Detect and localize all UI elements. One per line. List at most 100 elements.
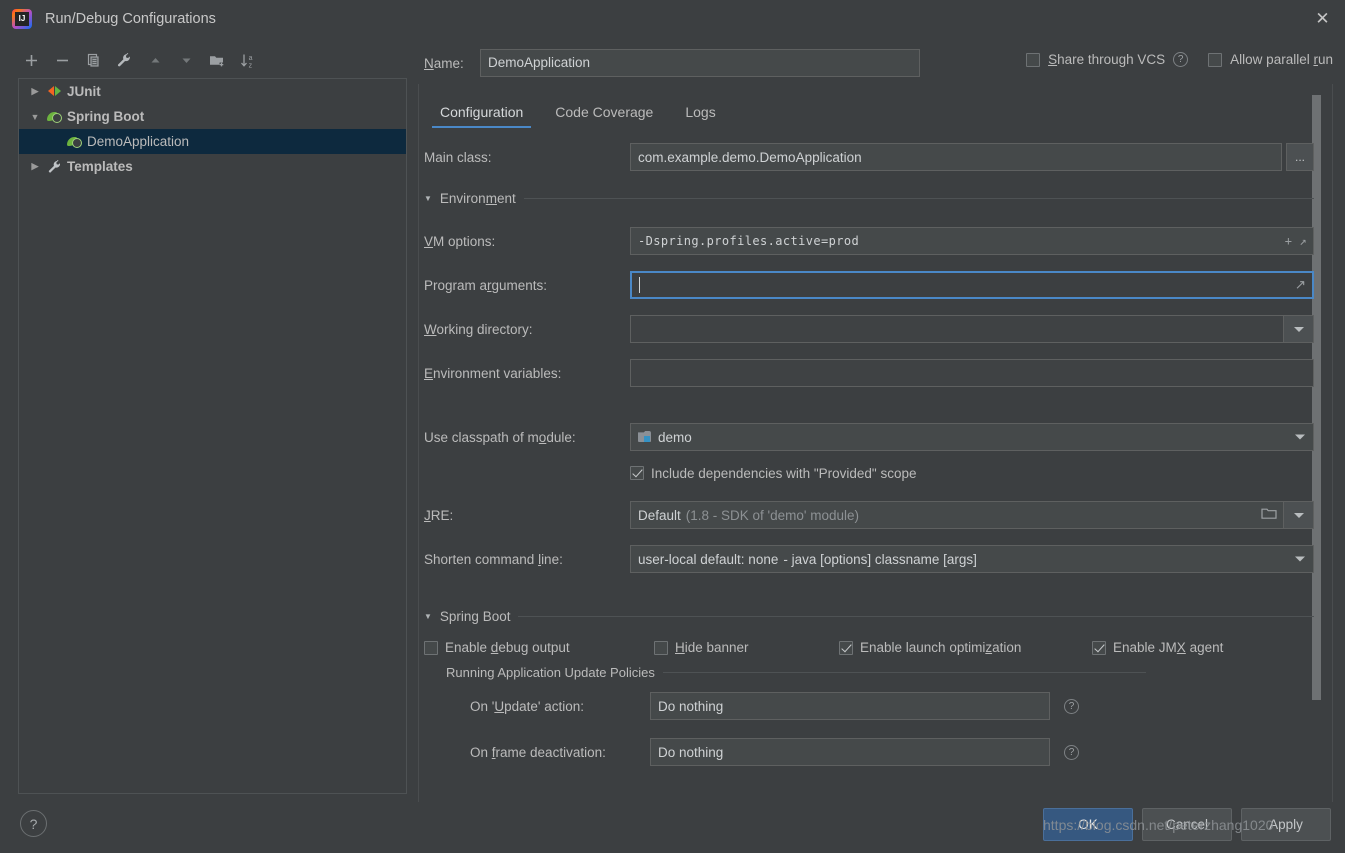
- on-frame-deactivation-label: On frame deactivation:: [470, 744, 606, 760]
- create-folder-button[interactable]: [204, 47, 231, 74]
- update-policies-label: Running Application Update Policies: [446, 665, 655, 680]
- section-divider: [523, 197, 1314, 199]
- allow-parallel-run-checkbox[interactable]: [1208, 52, 1223, 67]
- share-vcs-checkbox[interactable]: [1026, 52, 1041, 67]
- folder-icon[interactable]: [1261, 507, 1277, 523]
- remove-configuration-button[interactable]: [49, 47, 76, 74]
- jre-value: Default: [638, 507, 681, 523]
- tree-item-demoapplication[interactable]: ▶ ▶ DemoApplication: [19, 129, 406, 154]
- spring-boot-section-header[interactable]: ▼ Spring Boot: [424, 602, 1314, 630]
- chevron-down-icon[interactable]: ▼: [424, 612, 432, 621]
- pane-divider: [418, 84, 419, 802]
- enable-jmx-agent-checkbox[interactable]: [1092, 640, 1106, 655]
- enable-jmx-agent-group[interactable]: Enable JMX agent: [1092, 640, 1223, 655]
- spring-boot-icon: [45, 110, 64, 124]
- section-divider: [662, 672, 1146, 673]
- on-update-action-combobox[interactable]: Do nothing: [650, 692, 1050, 720]
- enable-debug-output-checkbox[interactable]: [424, 640, 438, 655]
- expander-collapsed-icon[interactable]: ▶: [25, 161, 45, 172]
- svg-text:a: a: [249, 55, 253, 62]
- watermark: https://blog.csdn.net/peterzhang1020: [1043, 817, 1274, 833]
- hide-banner-label: Hide banner: [675, 640, 749, 655]
- enable-jmx-agent-label: Enable JMX agent: [1113, 640, 1224, 655]
- title-bar: Run/Debug Configurations ✕: [0, 0, 1345, 37]
- configurations-tree[interactable]: ▶ JUnit ▼ Spring Boot ▶ ▶ DemoApplicatio…: [18, 78, 407, 794]
- include-provided-checkbox-group[interactable]: Include dependencies with "Provided" sco…: [630, 466, 917, 481]
- environment-section-header[interactable]: ▼ Environment: [424, 184, 1314, 212]
- chevron-down-icon: [1295, 434, 1305, 440]
- environment-variables-input[interactable]: [630, 359, 1314, 387]
- vm-options-label: VM options:: [424, 233, 496, 249]
- expand-icon[interactable]: ↗: [1299, 234, 1307, 248]
- jre-icons: [1261, 502, 1277, 528]
- vm-options-input[interactable]: -Dspring.profiles.active=prod + ↗: [630, 227, 1314, 255]
- expander-expanded-icon[interactable]: ▼: [25, 112, 45, 122]
- tree-item-spring-boot[interactable]: ▼ Spring Boot: [19, 104, 406, 129]
- jre-input[interactable]: Default (1.8 - SDK of 'demo' module): [630, 501, 1284, 529]
- shorten-command-line-combobox[interactable]: user-local default: none - java [options…: [630, 545, 1314, 573]
- environment-variables-label: Environment variables:: [424, 365, 562, 381]
- on-frame-deactivation-help-icon[interactable]: ?: [1064, 744, 1079, 760]
- expander-collapsed-icon[interactable]: ▶: [25, 86, 45, 97]
- include-provided-label: Include dependencies with "Provided" sco…: [651, 465, 917, 481]
- move-down-button[interactable]: [173, 47, 200, 74]
- copy-configuration-button[interactable]: [80, 47, 107, 74]
- plus-icon[interactable]: +: [1285, 234, 1293, 248]
- move-up-button[interactable]: [142, 47, 169, 74]
- hide-banner-group[interactable]: Hide banner: [654, 640, 839, 655]
- vm-options-value: -Dspring.profiles.active=prod: [638, 234, 860, 248]
- on-update-action-row: On 'Update' action: Do nothing ?: [470, 688, 1314, 724]
- tab-configuration[interactable]: Configuration: [424, 96, 539, 128]
- program-arguments-label: Program arguments:: [424, 277, 548, 293]
- main-class-row: Main class: com.example.demo.DemoApplica…: [424, 140, 1314, 174]
- include-provided-checkbox[interactable]: [630, 466, 644, 480]
- tab-logs[interactable]: Logs: [669, 96, 731, 128]
- classpath-module-value: demo: [658, 429, 692, 445]
- vm-options-icons: + ↗: [1285, 228, 1307, 254]
- environment-section-label: Environment: [439, 190, 516, 206]
- expand-icon[interactable]: ↗: [1295, 277, 1306, 293]
- name-input[interactable]: DemoApplication: [480, 49, 920, 77]
- tab-code-coverage[interactable]: Code Coverage: [539, 96, 669, 128]
- edit-templates-button[interactable]: [111, 47, 138, 74]
- working-directory-row: Working directory:: [424, 314, 1314, 344]
- main-class-label: Main class:: [424, 149, 492, 165]
- dialog-title: Run/Debug Configurations: [45, 10, 216, 27]
- enable-launch-optimization-group[interactable]: Enable launch optimization: [839, 640, 1092, 655]
- sort-configurations-button[interactable]: a z: [235, 47, 262, 74]
- enable-launch-optimization-label: Enable launch optimization: [860, 640, 1022, 655]
- jre-dropdown-button[interactable]: [1284, 501, 1314, 529]
- program-arguments-input[interactable]: ↗: [630, 271, 1314, 299]
- share-vcs-help-icon[interactable]: ?: [1173, 52, 1189, 67]
- intellij-idea-logo-icon: [12, 8, 32, 29]
- main-class-input[interactable]: com.example.demo.DemoApplication: [630, 143, 1282, 171]
- tree-item-junit[interactable]: ▶ JUnit: [19, 79, 406, 104]
- on-update-action-value: Do nothing: [658, 698, 724, 714]
- program-arguments-icons: ↗: [1295, 273, 1306, 297]
- chevron-down-icon: [1295, 556, 1305, 562]
- jre-row: JRE: Default (1.8 - SDK of 'demo' module…: [424, 500, 1314, 530]
- working-directory-label: Working directory:: [424, 321, 533, 337]
- working-directory-dropdown-button[interactable]: [1284, 315, 1314, 343]
- on-frame-deactivation-value: Do nothing: [658, 744, 724, 760]
- tree-item-label: Spring Boot: [67, 109, 145, 124]
- chevron-down-icon: [1293, 326, 1304, 332]
- enable-launch-optimization-checkbox[interactable]: [839, 640, 853, 655]
- spring-boot-section-label: Spring Boot: [439, 608, 511, 624]
- on-update-action-help-icon[interactable]: ?: [1064, 698, 1079, 714]
- junit-icon: [45, 85, 64, 98]
- spring-boot-icon: [65, 135, 84, 149]
- close-icon[interactable]: ✕: [1300, 0, 1345, 37]
- help-icon[interactable]: ?: [20, 810, 47, 837]
- classpath-module-combobox[interactable]: demo: [630, 423, 1314, 451]
- working-directory-input[interactable]: [630, 315, 1284, 343]
- on-frame-deactivation-combobox[interactable]: Do nothing: [650, 738, 1050, 766]
- add-configuration-button[interactable]: [18, 47, 45, 74]
- tree-item-label: Templates: [67, 159, 133, 174]
- module-icon: [638, 431, 652, 443]
- hide-banner-checkbox[interactable]: [654, 640, 668, 655]
- enable-debug-output-group[interactable]: Enable debug output: [424, 640, 654, 655]
- tree-item-templates[interactable]: ▶ Templates: [19, 154, 406, 179]
- chevron-down-icon[interactable]: ▼: [424, 194, 432, 203]
- main-class-browse-button[interactable]: ...: [1286, 143, 1314, 171]
